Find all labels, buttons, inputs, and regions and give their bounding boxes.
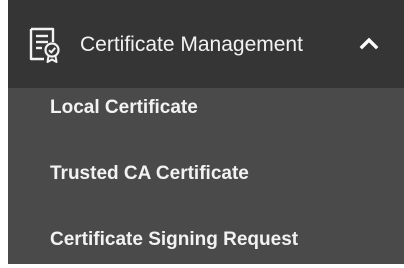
certificate-management-menu: Certificate Management Local Certificate…: [8, 0, 404, 264]
submenu-item-label: Trusted CA Certificate: [50, 163, 249, 184]
submenu-item-trusted-ca-certificate[interactable]: Trusted CA Certificate: [8, 146, 404, 202]
submenu-item-label: Local Certificate: [50, 97, 198, 118]
certificate-document-icon: [28, 26, 62, 64]
certificate-management-header[interactable]: Certificate Management: [8, 0, 404, 88]
submenu-item-label: Certificate Signing Request: [50, 229, 299, 250]
submenu-item-local-certificate[interactable]: Local Certificate: [8, 80, 404, 136]
menu-header-label: Certificate Management: [80, 33, 303, 56]
submenu-item-certificate-signing-request[interactable]: Certificate Signing Request: [8, 212, 404, 268]
chevron-up-icon[interactable]: [354, 28, 384, 58]
